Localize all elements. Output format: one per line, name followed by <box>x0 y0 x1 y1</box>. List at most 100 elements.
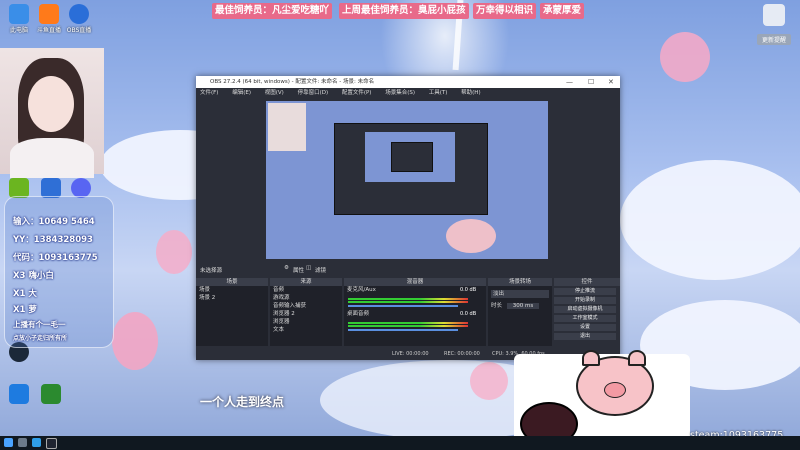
menu-profile[interactable]: 配置文件(P) <box>342 90 372 96</box>
obs-title-bar[interactable]: OBS 27.2.4 (64 bit, windows) - 配置文件: 未命名… <box>196 76 620 88</box>
duration-row: 时长 300 ms <box>491 301 549 309</box>
banner-best-feeder: 最佳饲养员：凡尘爱吃糖吖 <box>212 3 333 19</box>
mixer-channel-label: 桌面音频 <box>347 311 370 317</box>
source-item[interactable]: 文本 <box>270 326 342 334</box>
desktop-icon-obs[interactable]: OBS直播 <box>64 4 94 34</box>
pig-nose <box>604 382 626 398</box>
danmaku-chat-panel: 输入：10649 5464 YY：1384328093 代码：109316377… <box>4 196 114 348</box>
brand-update-tag[interactable]: 更新提醒 <box>757 34 791 45</box>
transitions-panel: 淡出 时长 300 ms <box>488 286 552 346</box>
scene-item[interactable]: 场景 <box>196 286 268 294</box>
taskbar-obs-icon[interactable] <box>46 438 57 449</box>
chat-line: X3 嗨小白 <box>13 271 54 281</box>
menu-view[interactable]: 视图(V) <box>265 90 284 96</box>
taskbar-search-icon[interactable] <box>18 438 27 447</box>
volume-meter <box>348 322 468 324</box>
nvidia-icon <box>9 178 29 198</box>
pig-ear <box>582 350 600 366</box>
webcam-feed <box>0 48 104 178</box>
obs-preview-canvas[interactable] <box>266 101 548 259</box>
pink-balloon <box>156 230 192 274</box>
preview-nested-obs-inner <box>391 142 433 172</box>
live-status: LIVE: 00:00:00 <box>392 351 429 357</box>
chat-line: 上播有个一毛一 <box>13 320 66 329</box>
preview-nested-obs <box>334 123 488 215</box>
settings-button[interactable]: 设置 <box>554 324 616 331</box>
computer-icon <box>9 4 29 24</box>
source-item[interactable]: 浏览器 2 <box>270 310 342 318</box>
pig-ear <box>628 350 646 366</box>
start-recording-button[interactable]: 开始录制 <box>554 297 616 304</box>
duration-label: 时长 <box>491 303 503 309</box>
filter-icon[interactable]: ◫ <box>306 265 311 271</box>
maximize-icon[interactable]: ☐ <box>588 76 594 88</box>
mixer-db-label: 0.0 dB <box>460 311 477 317</box>
desktop-icon-douyu[interactable]: 斗鱼直播 <box>34 4 64 34</box>
lyric-text: 一个人走到终点 <box>200 395 285 409</box>
banner-lucky: 万幸得以相识 <box>473 3 537 19</box>
thunder-icon <box>41 178 61 198</box>
filters-button[interactable]: 滤镜 <box>315 266 326 274</box>
snow-hill <box>620 160 800 280</box>
desktop-icon-security[interactable] <box>4 384 34 405</box>
scene-item[interactable]: 场景 2 <box>196 294 268 302</box>
douyu-icon <box>39 4 59 24</box>
source-item[interactable]: 音频输入捕获 <box>270 302 342 310</box>
menu-file[interactable]: 文件(F) <box>200 90 218 96</box>
menu-docks[interactable]: 停靠窗口(D) <box>298 90 329 96</box>
transition-select[interactable]: 淡出 <box>491 290 549 298</box>
menu-help[interactable]: 帮助(H) <box>461 90 480 96</box>
scenes-dock-header: 场景 <box>196 278 268 286</box>
source-item[interactable]: 音频 <box>270 286 342 294</box>
discord-icon <box>71 178 91 198</box>
virtual-camera-button[interactable]: 启动虚拟摄像机 <box>554 306 616 313</box>
scenes-list[interactable]: 场景 场景 2 <box>196 286 268 346</box>
close-icon[interactable]: ✕ <box>608 76 614 88</box>
obs-window[interactable]: OBS 27.2.4 (64 bit, windows) - 配置文件: 未命名… <box>196 76 620 360</box>
volume-meter <box>348 301 468 303</box>
source-item[interactable]: 游戏源 <box>270 294 342 302</box>
chat-line: 代码：1093163775 <box>13 253 98 263</box>
chat-line: X1 萝 <box>13 305 37 315</box>
preview-nested-canvas <box>365 132 455 182</box>
menu-tools[interactable]: 工具(T) <box>429 90 448 96</box>
start-icon[interactable] <box>4 438 13 447</box>
streamer-face <box>28 76 74 132</box>
duration-input[interactable]: 300 ms <box>506 303 540 309</box>
volume-meter <box>348 325 468 327</box>
obs-icon <box>69 4 89 24</box>
chat-line: 输入：10649 5464 <box>13 217 95 227</box>
volume-slider[interactable] <box>348 329 458 331</box>
sources-dock-header: 来源 <box>270 278 342 286</box>
menu-edit[interactable]: 编辑(E) <box>232 90 251 96</box>
studio-mode-button[interactable]: 工作室模式 <box>554 315 616 322</box>
obs-window-title: OBS 27.2.4 (64 bit, windows) - 配置文件: 未命名… <box>210 79 375 85</box>
desktop-icon-xbox[interactable] <box>36 384 66 405</box>
brand-logo-icon <box>763 4 785 26</box>
controls-dock-header: 控件 <box>554 278 620 286</box>
minimize-icon[interactable]: — <box>566 76 573 88</box>
source-item[interactable]: 浏览器 <box>270 318 342 326</box>
preview-pig-sticker <box>446 219 496 253</box>
volume-slider[interactable] <box>348 305 458 307</box>
mixer-db-label: 0.0 dB <box>460 287 477 293</box>
volume-meter <box>348 298 468 300</box>
gear-icon[interactable]: ⚙ <box>284 265 289 271</box>
brand-corner[interactable]: 更新提醒 <box>757 4 791 45</box>
obs-menu-bar: 文件(F) 编辑(E) 视图(V) 停靠窗口(D) 配置文件(P) 场景集合(S… <box>196 88 620 98</box>
rec-status: REC: 00:00:00 <box>444 351 480 357</box>
exit-button[interactable]: 退出 <box>554 333 616 340</box>
banner-last-week-feeder: 上周最佳饲养员：臭屁小屁孩 <box>339 3 469 19</box>
mixer-dock-header: 混音器 <box>344 278 486 286</box>
taskbar-edge-icon[interactable] <box>32 438 41 447</box>
sources-list[interactable]: 音频 游戏源 音频输入捕获 浏览器 2 浏览器 文本 <box>270 286 342 346</box>
pink-balloon <box>660 32 710 82</box>
pink-balloon <box>470 362 508 400</box>
audio-mixer: 麦克风/Aux 0.0 dB 桌面音频 0.0 dB <box>344 286 486 346</box>
pink-balloon <box>112 312 158 370</box>
no-source-label: 未选择源 <box>200 268 223 274</box>
stop-streaming-button[interactable]: 停止推流 <box>554 288 616 295</box>
menu-scene-collection[interactable]: 场景集合(S) <box>385 90 415 96</box>
desktop-icon-this-pc[interactable]: 此电脑 <box>4 4 34 34</box>
properties-button[interactable]: 属性 <box>293 266 304 274</box>
